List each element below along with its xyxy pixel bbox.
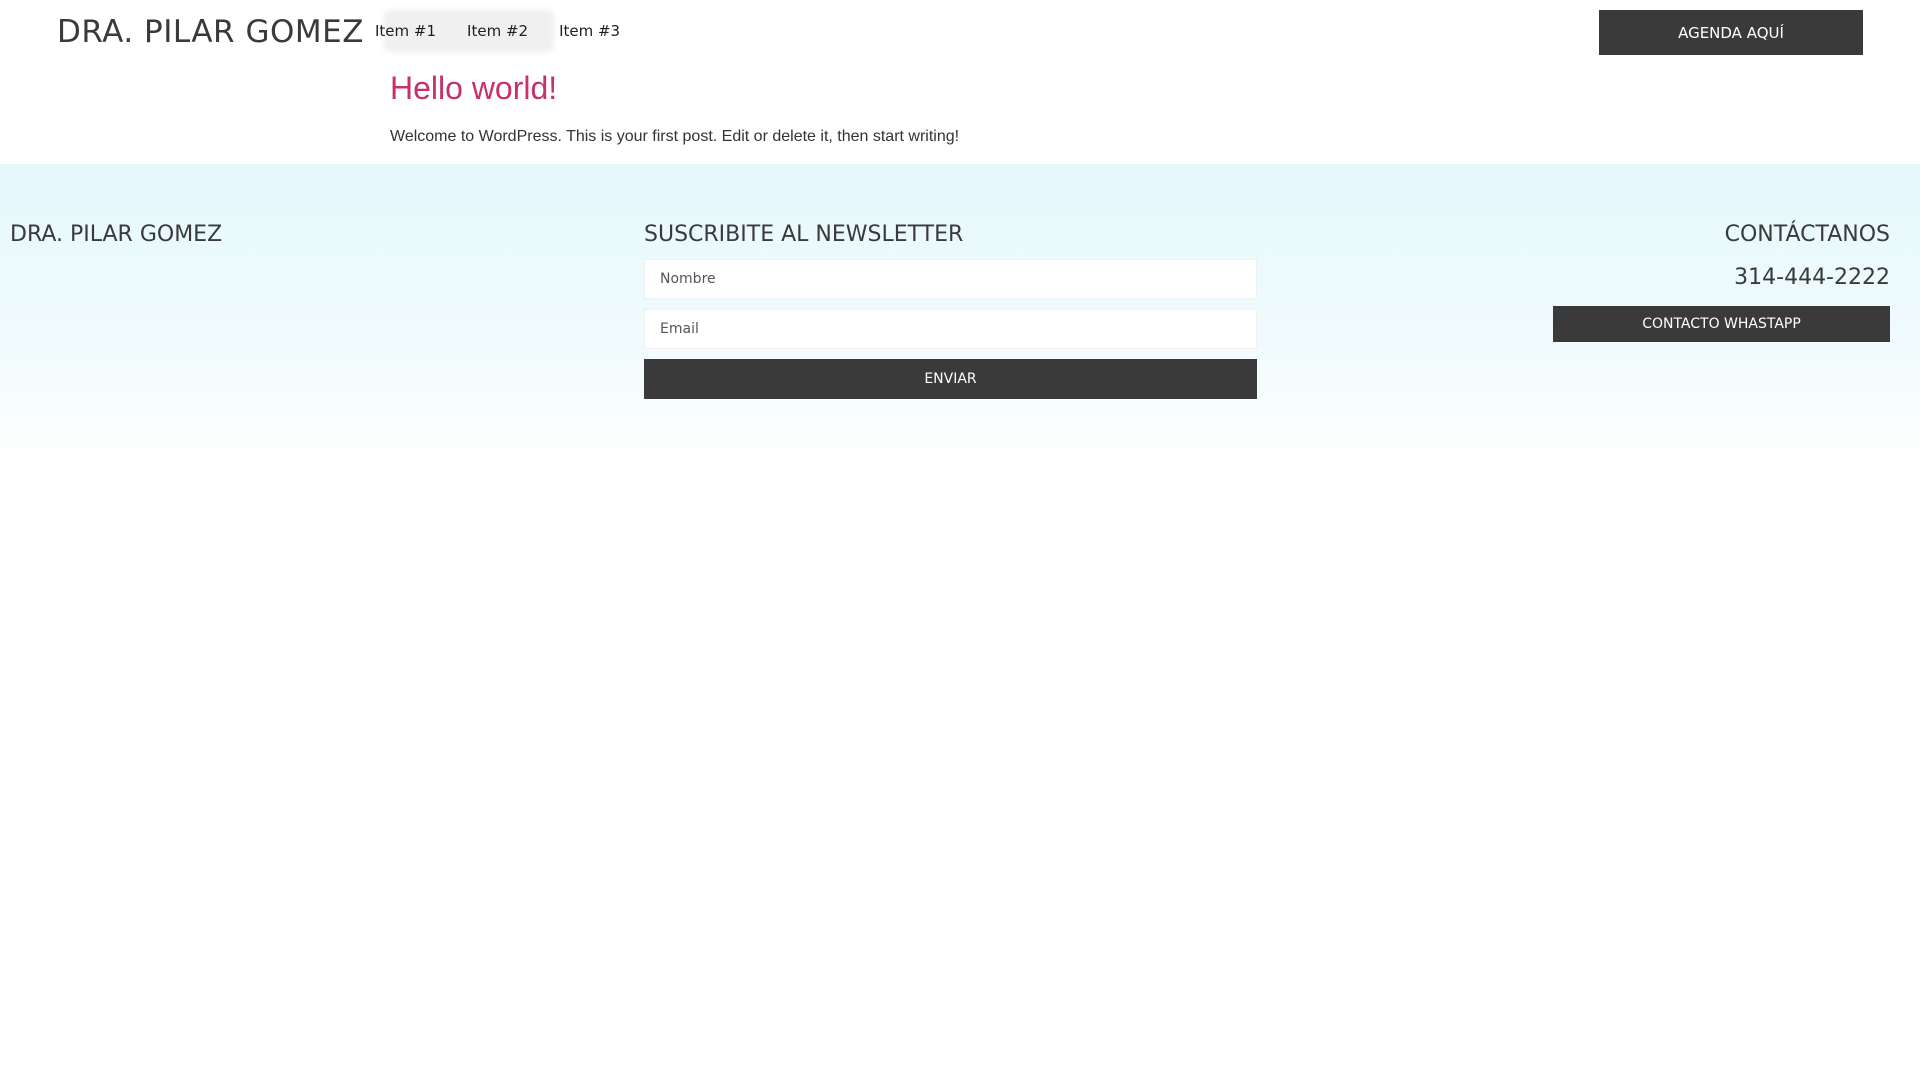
newsletter-title: SUSCRIBITE AL NEWSLETTER [644,222,964,247]
submit-button[interactable]: ENVIAR [644,359,1257,399]
nav-item-3[interactable]: Item #3 [559,22,620,40]
post-excerpt: Welcome to WordPress. This is your first… [390,128,960,145]
contact-section: CONTÁCTANOS 314-444-2222 CONTACTO WHASTA… [1550,222,1890,342]
agenda-button[interactable]: AGENDA AQUÍ [1599,10,1863,55]
newsletter-form: SUSCRIBITE AL NEWSLETTER ENVIAR [644,222,1257,399]
contact-title: CONTÁCTANOS [1724,222,1890,247]
site-header: DRA. PILAR GOMEZ Item #1 Item #2 Item #3… [0,0,1920,66]
main-nav: Item #1 Item #2 Item #3 [375,22,651,40]
name-field[interactable] [644,259,1257,299]
email-field[interactable] [644,309,1257,349]
contact-phone[interactable]: 314-444-2222 [1550,265,1890,290]
footer-brand: DRA. PILAR GOMEZ [10,222,223,247]
nav-item-2[interactable]: Item #2 [467,22,528,40]
whatsapp-button[interactable]: CONTACTO WHASTAPP [1553,306,1890,342]
nav-item-1[interactable]: Item #1 [375,22,436,40]
site-logo[interactable]: DRA. PILAR GOMEZ [57,14,364,50]
site-footer: DRA. PILAR GOMEZ SUSCRIBITE AL NEWSLETTE… [0,164,1920,466]
post-title[interactable]: Hello world! [390,70,557,107]
